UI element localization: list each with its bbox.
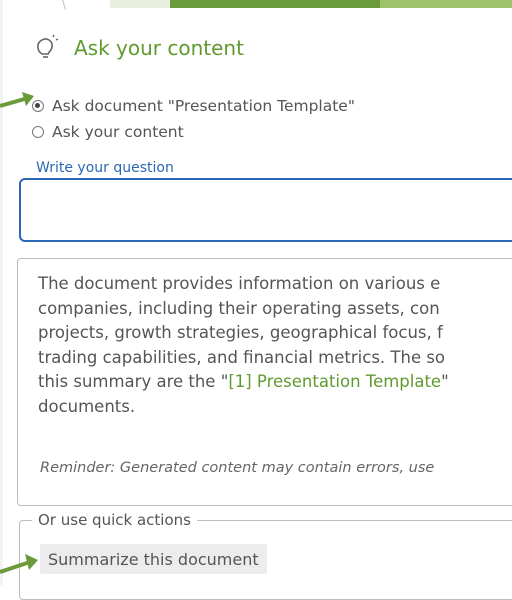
scope-option-content[interactable]: Ask your content [32,123,184,141]
disclaimer-text: Reminder: Generated content may contain … [40,460,435,476]
top-banner-accent [170,0,380,8]
top-banner-accent-light [380,0,512,8]
answer-line: this summary are the "[1] Presentation T… [38,370,512,395]
answer-line: The document provides information on var… [38,274,441,293]
panel-title: Ask your content [74,36,244,60]
citation-link[interactable]: [1] Presentation Template [228,372,441,391]
arrow-indicator-icon [0,92,34,108]
answer-text: The document provides information on var… [38,272,512,419]
question-input[interactable] [19,178,512,242]
scope-option-label: Ask your content [52,123,184,141]
top-divider [62,0,67,10]
summarize-document-button[interactable]: Summarize this document [40,544,267,574]
scope-option-document[interactable]: Ask document "Presentation Template" [32,97,355,115]
answer-text-fragment: this summary are the " [38,372,229,391]
question-label: Write your question [32,160,178,176]
panel-header: Ask your content [32,34,244,62]
left-edge [0,0,3,585]
quick-actions-label: Or use quick actions [32,511,197,529]
scope-option-label: Ask document "Presentation Template" [52,97,355,115]
radio-selected-icon[interactable] [32,100,44,112]
answer-line: trading capabilities, and financial metr… [38,347,446,367]
arrow-indicator-icon [0,554,38,574]
answer-line: companies, including their operating ass… [38,298,440,318]
answer-text-fragment: " [441,372,449,391]
answer-line: documents. [38,396,136,416]
lightbulb-icon [37,34,59,58]
radio-unselected-icon[interactable] [32,126,44,138]
answer-line: projects, growth strategies, geographica… [38,323,443,342]
